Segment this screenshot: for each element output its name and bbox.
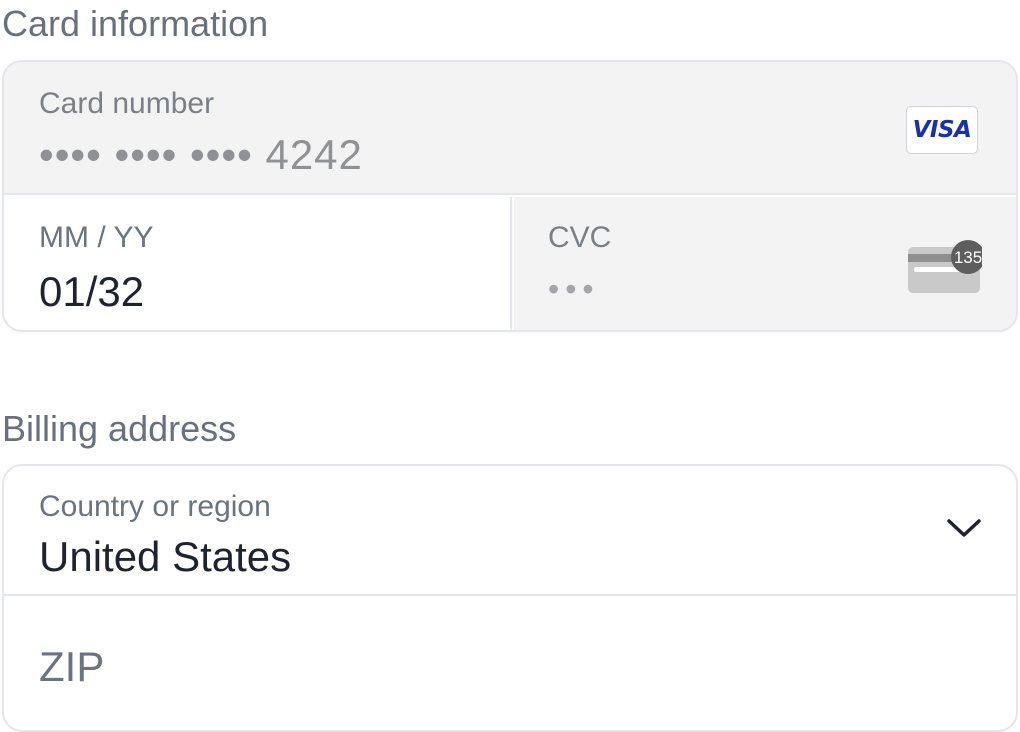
chevron-down-icon: [947, 519, 981, 537]
card-number-value: •••• •••• •••• 4242: [39, 131, 363, 178]
country-label: Country or region: [39, 490, 271, 523]
cvc-value: •••: [548, 271, 600, 307]
card-number-label: Card number: [39, 87, 215, 120]
expiry-value: 01/32: [39, 268, 145, 315]
expiry-field[interactable]: MM / YY 01/32: [4, 197, 512, 330]
billing-address-group: Country or region United States ZIP: [2, 464, 1018, 732]
visa-brand-text: VISA: [912, 117, 972, 143]
cvc-icon-badge: 135: [954, 248, 982, 267]
billing-address-title: Billing address: [2, 408, 237, 449]
zip-placeholder: ZIP: [39, 643, 105, 690]
cvc-card-icon: 135: [908, 240, 982, 293]
country-select[interactable]: Country or region United States: [4, 466, 1016, 596]
cvc-field[interactable]: CVC ••• 135: [514, 197, 1016, 330]
card-information-group: Card number •••• •••• •••• 4242 VISA MM …: [2, 60, 1018, 332]
visa-card-brand-icon: VISA: [906, 106, 978, 154]
zip-input[interactable]: ZIP: [4, 598, 1016, 730]
card-information-title: Card information: [2, 3, 269, 44]
card-number-field[interactable]: Card number •••• •••• •••• 4242 VISA: [4, 62, 1016, 195]
cvc-label: CVC: [548, 221, 612, 254]
country-value: United States: [39, 533, 292, 580]
expiry-label: MM / YY: [39, 221, 154, 254]
